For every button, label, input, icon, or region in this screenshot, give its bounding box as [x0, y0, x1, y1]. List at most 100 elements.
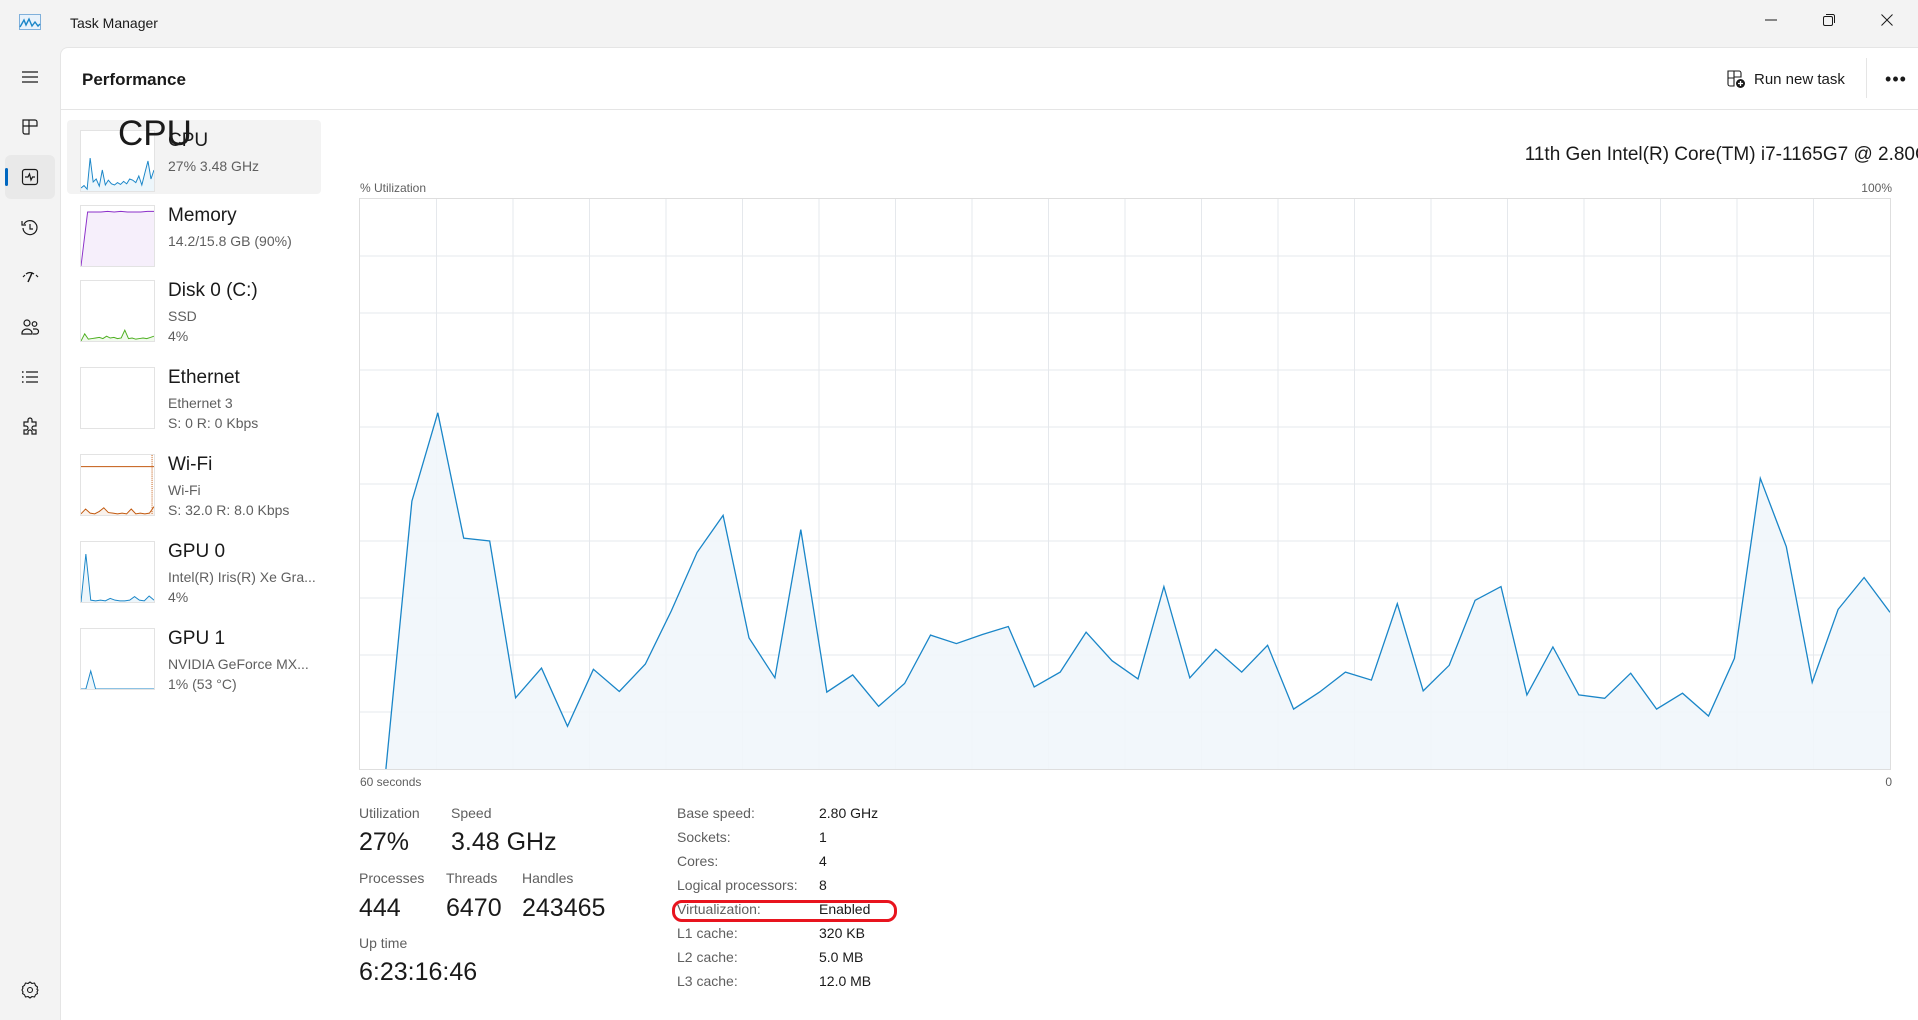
- uptime-label: Up time: [359, 935, 408, 951]
- y-axis-max-label: 100%: [1861, 181, 1892, 195]
- history-icon: [21, 220, 38, 236]
- settings-button[interactable]: [5, 968, 55, 1012]
- tile-ethernet[interactable]: Ethernet Ethernet 3 S: 0 R: 0 Kbps: [67, 357, 321, 431]
- more-options-button[interactable]: •••: [1876, 63, 1916, 95]
- spec-value: 4: [819, 853, 827, 869]
- tile-gpu-0[interactable]: GPU 0 Intel(R) Iris(R) Xe Gra... 4%: [67, 531, 321, 605]
- tile-detail: Ethernet 3: [168, 395, 233, 411]
- speed-label: Speed: [451, 805, 492, 821]
- spec-value: 12.0 MB: [819, 973, 872, 989]
- wifi-thumbnail-graph: [80, 454, 155, 516]
- spec-value: 8: [819, 877, 827, 893]
- ethernet-thumbnail-graph: [80, 367, 155, 429]
- x-axis-left-label: 60 seconds: [360, 775, 422, 789]
- threads-value: 6470: [446, 894, 502, 922]
- header-divider: [1866, 58, 1867, 98]
- tile-detail: SSD: [168, 308, 197, 324]
- restore-icon: [1823, 14, 1835, 26]
- disk-thumbnail-graph: [80, 280, 155, 342]
- cpu-model-name: 11th Gen Intel(R) Core(TM) i7-1165G7 @ 2…: [1524, 144, 1918, 165]
- tile-detail-2: S: 0 R: 0 Kbps: [168, 415, 259, 431]
- tile-detail-2: 1% (53 °C): [168, 676, 237, 692]
- tile-disk-0[interactable]: Disk 0 (C:) SSD 4%: [67, 270, 321, 344]
- spec-label: L2 cache:: [677, 949, 738, 965]
- spec-label: Sockets:: [677, 829, 731, 845]
- spec-value: 1: [819, 829, 827, 845]
- speedometer-icon: [22, 271, 39, 283]
- spec-label: Base speed:: [677, 805, 755, 821]
- resource-title: CPU: [118, 114, 192, 153]
- memory-thumbnail-graph: [80, 205, 155, 267]
- thumbnail-area: [81, 330, 154, 341]
- tile-detail: Intel(R) Iris(R) Xe Gra...: [168, 569, 316, 585]
- tile-name: Memory: [168, 205, 237, 226]
- navigation-rail: [0, 47, 60, 1020]
- apps-grid-icon: [22, 119, 38, 135]
- nav-performance[interactable]: [5, 155, 55, 199]
- nav-users[interactable]: [5, 305, 55, 349]
- nav-app-history[interactable]: [5, 206, 55, 250]
- task-manager-app-icon: [19, 14, 41, 30]
- performance-icon: [21, 168, 39, 186]
- tile-wifi[interactable]: Wi-Fi Wi-Fi S: 32.0 R: 8.0 Kbps: [67, 444, 321, 518]
- tile-detail: 14.2/15.8 GB (90%): [168, 233, 292, 249]
- gear-icon: [21, 981, 39, 999]
- tile-name: Disk 0 (C:): [168, 280, 258, 301]
- tile-name: Wi-Fi: [168, 454, 213, 475]
- run-new-task-label: Run new task: [1754, 70, 1845, 88]
- spec-value: Enabled: [819, 901, 871, 917]
- users-icon: [21, 319, 40, 335]
- gpu1-thumbnail-graph: [80, 628, 155, 690]
- thumbnail-area: [81, 211, 154, 266]
- minimize-icon: [1765, 19, 1777, 21]
- minimize-button[interactable]: [1742, 0, 1800, 40]
- tile-cpu[interactable]: CPU 27% 3.48 GHz: [67, 120, 321, 194]
- y-axis-label: % Utilization: [360, 181, 427, 195]
- tile-memory[interactable]: Memory 14.2/15.8 GB (90%): [67, 195, 321, 269]
- tile-detail: NVIDIA GeForce MX...: [168, 656, 309, 672]
- thumbnail-line: [81, 506, 154, 515]
- restore-button[interactable]: [1800, 0, 1858, 40]
- more-icon: •••: [1885, 68, 1907, 89]
- tile-name: GPU 0: [168, 541, 226, 562]
- handles-label: Handles: [522, 870, 574, 886]
- spec-label: L3 cache:: [677, 973, 738, 989]
- utilization-label: Utilization: [359, 805, 420, 821]
- page-title: Performance: [82, 70, 186, 89]
- spec-value: 5.0 MB: [819, 949, 864, 965]
- nav-menu-button[interactable]: [5, 55, 55, 99]
- title-bar: Task Manager: [0, 0, 1918, 47]
- handles-value: 243465: [522, 894, 606, 922]
- run-new-task-button[interactable]: Run new task: [1720, 63, 1851, 95]
- spec-value: 2.80 GHz: [819, 805, 879, 821]
- tile-detail: 27% 3.48 GHz: [168, 158, 260, 174]
- nav-details[interactable]: [5, 355, 55, 399]
- nav-processes[interactable]: [5, 105, 55, 149]
- thumbnail-area: [81, 554, 154, 602]
- run-new-task-icon: [1727, 70, 1745, 88]
- cpu-utilization-graph: [359, 198, 1891, 770]
- close-button[interactable]: [1858, 0, 1916, 40]
- window-title: Task Manager: [70, 15, 158, 31]
- close-icon: [1881, 14, 1893, 26]
- processes-value: 444: [359, 894, 401, 922]
- spec-label: L1 cache:: [677, 925, 738, 941]
- spec-label: Cores:: [677, 853, 719, 869]
- nav-startup-apps[interactable]: [5, 255, 55, 299]
- spec-label: Logical processors:: [677, 877, 798, 893]
- speed-value: 3.48 GHz: [451, 828, 557, 856]
- thumbnail-line: [81, 553, 154, 602]
- threads-label: Threads: [446, 870, 498, 886]
- tile-name: Ethernet: [168, 367, 240, 388]
- tile-name: GPU 1: [168, 628, 226, 649]
- puzzle-icon: [23, 417, 37, 435]
- cpu-graph-svg: [360, 199, 1890, 769]
- utilization-area: [385, 412, 1890, 769]
- menu-icon: [22, 71, 38, 83]
- uptime-value: 6:23:16:46: [359, 958, 478, 986]
- nav-services[interactable]: [5, 405, 55, 449]
- list-icon: [21, 371, 38, 383]
- content-card: Performance Run new task ••• CPU 27% 3.4…: [60, 47, 1918, 1020]
- tile-gpu-1[interactable]: GPU 1 NVIDIA GeForce MX... 1% (53 °C): [67, 618, 321, 692]
- tile-detail: Wi-Fi: [168, 482, 201, 498]
